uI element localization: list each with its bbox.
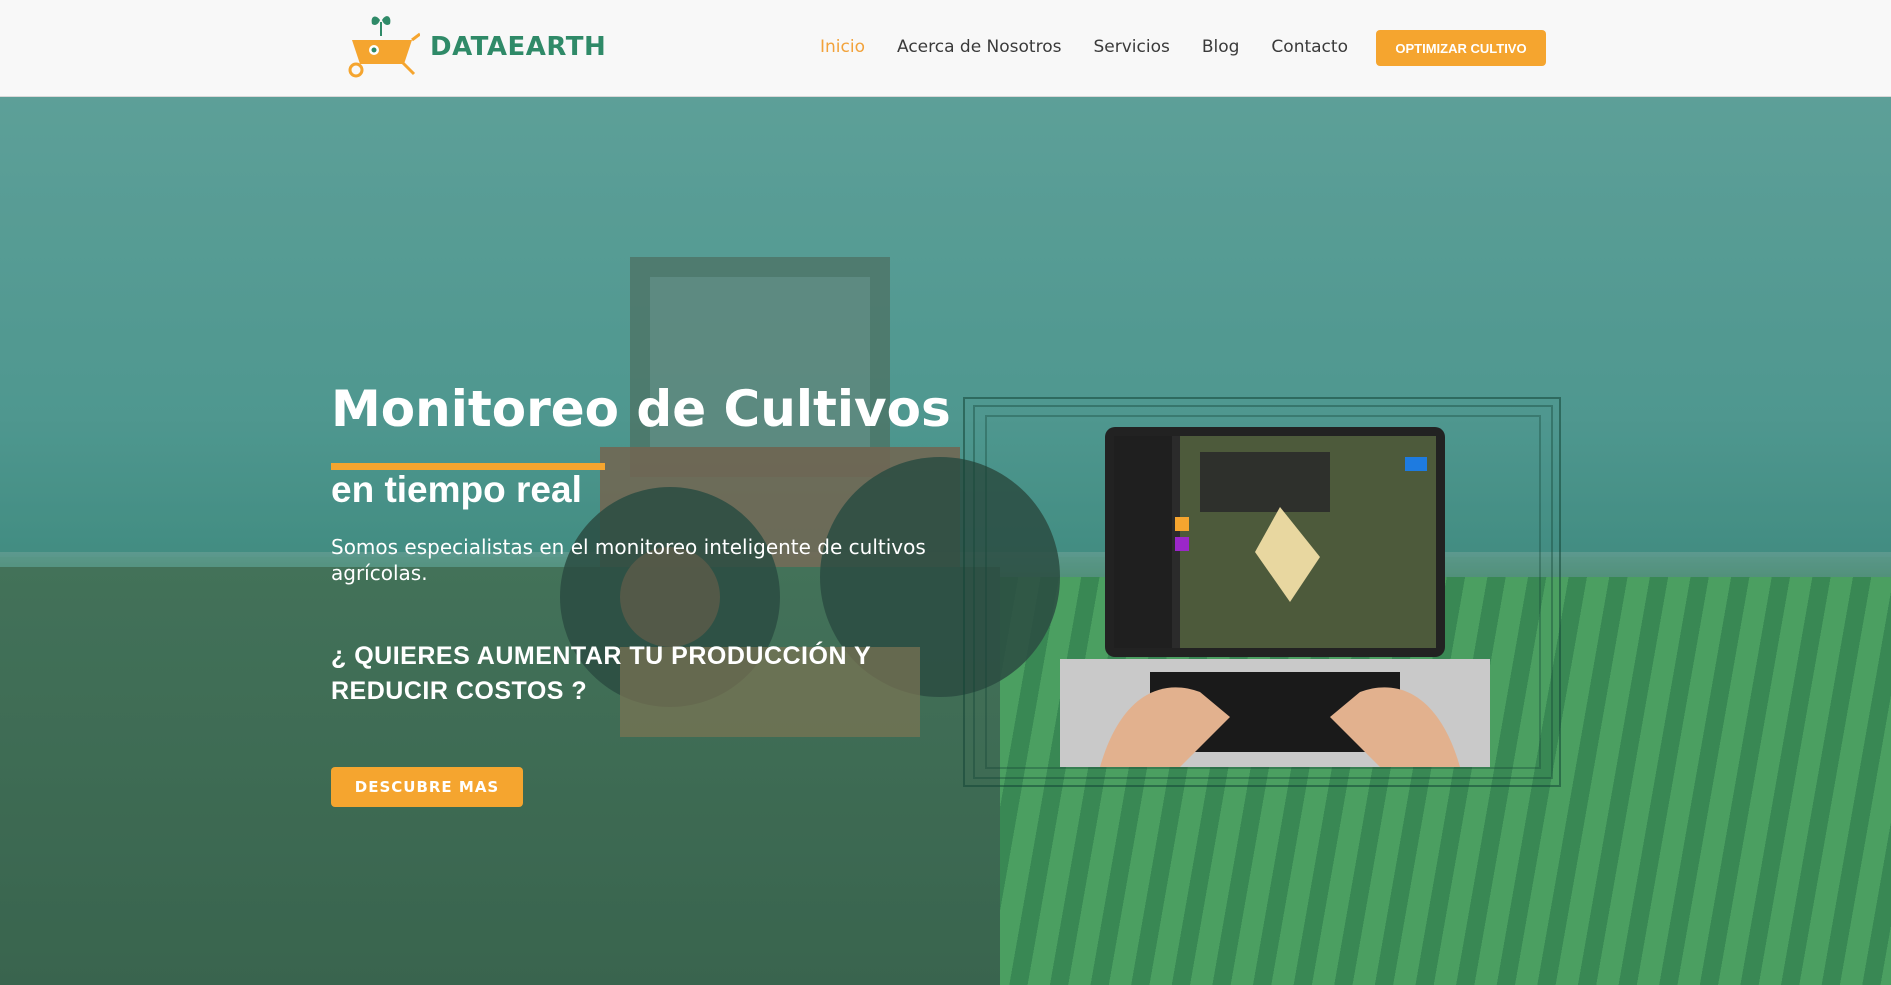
hero-question: ¿ QUIERES AUMENTAR TU PRODUCCIÓN Y REDUC… — [331, 642, 871, 705]
brand-logo[interactable]: DATAEARTH — [342, 12, 606, 82]
hero-subtitle: en tiempo real — [331, 469, 582, 510]
main-nav: Inicio Acerca de Nosotros Servicios Blog… — [820, 37, 1348, 57]
nav-item-contacto[interactable]: Contacto — [1271, 37, 1348, 57]
nav-item-inicio[interactable]: Inicio — [820, 37, 865, 57]
nav-item-acerca[interactable]: Acerca de Nosotros — [897, 37, 1062, 57]
laptop-dashboard-image — [1060, 427, 1490, 767]
hero-description: Somos especialistas en el monitoreo inte… — [331, 535, 926, 585]
site-header: DATAEARTH Inicio Acerca de Nosotros Serv… — [0, 0, 1891, 97]
hero-title: Monitoreo de Cultivos — [331, 380, 951, 438]
optimizar-cultivo-button[interactable]: OPTIMIZAR CULTIVO — [1376, 30, 1546, 66]
nav-item-blog[interactable]: Blog — [1202, 37, 1240, 57]
descubre-mas-button[interactable]: DESCUBRE MAS — [331, 767, 523, 807]
hero-section: Monitoreo de Cultivos en tiempo real Som… — [0, 97, 1891, 985]
wheelbarrow-sprout-icon — [348, 16, 420, 78]
brand-name: DATAEARTH — [430, 32, 607, 62]
nav-item-servicios[interactable]: Servicios — [1093, 37, 1169, 57]
